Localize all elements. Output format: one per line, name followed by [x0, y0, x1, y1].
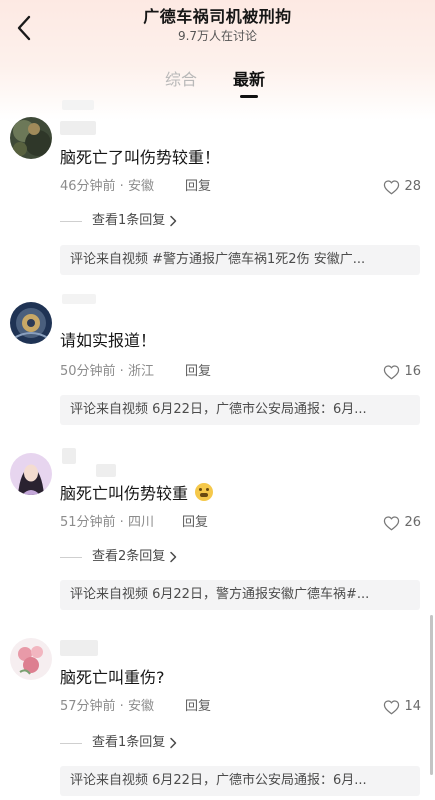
- sort-tabs: 综合 最新: [0, 68, 435, 98]
- comment-time-location: 51分钟前 · 四川: [60, 515, 154, 530]
- reply-button[interactable]: 回复: [185, 178, 211, 196]
- heart-outline-icon: [384, 180, 400, 195]
- like-count: 14: [404, 699, 421, 714]
- comment-time-location: 57分钟前 · 安徽: [60, 699, 154, 714]
- source-video-link[interactable]: 评论来自视频 6月22日，广德市公安局通报：6月...: [60, 766, 420, 796]
- view-replies-button[interactable]: 查看1条回复: [60, 212, 177, 230]
- source-video-text: 评论来自视频 6月22日，广德市公安局通报：6月...: [70, 402, 367, 417]
- reply-button[interactable]: 回复: [182, 514, 208, 532]
- like-count: 26: [404, 515, 421, 530]
- divider-line: [60, 742, 82, 744]
- divider-line: [60, 220, 82, 222]
- heart-outline-icon: [384, 700, 400, 715]
- reply-button[interactable]: 回复: [185, 698, 211, 716]
- username-redacted: [62, 100, 94, 110]
- view-replies-label: 查看1条回复: [92, 213, 166, 228]
- view-replies-button[interactable]: 查看1条回复: [60, 734, 177, 752]
- chevron-left-icon: [17, 15, 31, 41]
- username-redacted: [60, 121, 96, 135]
- emoji-icon: [195, 483, 214, 501]
- comment-text-body: 脑死亡叫伤势较重: [60, 484, 189, 503]
- avatar[interactable]: [10, 117, 52, 159]
- source-video-text: 评论来自视频 6月22日，广德市公安局通报：6月...: [70, 773, 367, 788]
- avatar[interactable]: [10, 638, 52, 680]
- heart-outline-icon: [384, 365, 400, 380]
- chevron-right-icon: [170, 737, 177, 749]
- source-video-text: 评论来自视频 6月22日，警方通报安徽广德车祸#...: [70, 587, 370, 602]
- like-button[interactable]: 14: [383, 698, 421, 716]
- comment-text: 脑死亡了叫伤势较重！: [60, 148, 221, 167]
- divider-line: [60, 556, 82, 558]
- avatar[interactable]: [10, 453, 52, 495]
- view-replies-button[interactable]: 查看2条回复: [60, 548, 177, 566]
- username-redacted: [96, 464, 116, 477]
- chevron-right-icon: [170, 551, 177, 563]
- source-video-link[interactable]: 评论来自视频 6月22日，警方通报安徽广德车祸#...: [60, 580, 420, 610]
- reply-button[interactable]: 回复: [185, 363, 211, 381]
- heart-outline-icon: [384, 516, 400, 531]
- source-video-link[interactable]: 评论来自视频 #警方通报广德车祸1死2伤 安徽广...: [60, 245, 420, 275]
- comment-text: 脑死亡叫重伤?: [60, 668, 165, 687]
- comment-time-location: 50分钟前 · 浙江: [60, 364, 154, 379]
- topic-header: 广德车祸司机被刑拘 9.7万人在讨论: [60, 7, 375, 44]
- source-video-text: 评论来自视频 #警方通报广德车祸1死2伤 安徽广...: [70, 252, 366, 267]
- comment-time-location: 46分钟前 · 安徽: [60, 179, 154, 194]
- username-redacted: [62, 448, 76, 464]
- back-button[interactable]: [6, 8, 42, 48]
- like-button[interactable]: 28: [383, 178, 421, 196]
- avatar[interactable]: [10, 302, 52, 344]
- top-bar: 广德车祸司机被刑拘 9.7万人在讨论: [0, 0, 435, 60]
- like-count: 28: [404, 179, 421, 194]
- source-video-link[interactable]: 评论来自视频 6月22日，广德市公安局通报：6月...: [60, 395, 420, 425]
- username-redacted: [62, 294, 96, 304]
- username-redacted: [60, 640, 98, 656]
- like-button[interactable]: 16: [383, 363, 421, 381]
- scrollbar[interactable]: [430, 615, 433, 775]
- view-replies-label: 查看1条回复: [92, 735, 166, 750]
- comment-item: 脑死亡叫重伤? 57分钟前 · 安徽 回复 14 查看1条回复 评论来自视频 6…: [0, 635, 435, 800]
- comment-item: 脑死亡了叫伤势较重！ 46分钟前 · 安徽 回复 28 查看1条回复 评论来自视…: [0, 100, 435, 282]
- tab-comprehensive[interactable]: 综合: [165, 68, 197, 92]
- chevron-right-icon: [170, 215, 177, 227]
- comment-text: 请如实报道！: [60, 331, 157, 350]
- comment-item: 请如实报道！ 50分钟前 · 浙江 回复 16 评论来自视频 6月22日，广德市…: [0, 294, 435, 430]
- view-replies-label: 查看2条回复: [92, 549, 166, 564]
- active-tab-indicator: [240, 95, 258, 98]
- tab-latest[interactable]: 最新: [233, 68, 265, 92]
- like-button[interactable]: 26: [383, 514, 421, 532]
- discussion-count: 9.7万人在讨论: [177, 29, 258, 43]
- comment-item: 脑死亡叫伤势较重 51分钟前 · 四川 回复 26 查看2条回复 评论来自视频 …: [0, 448, 435, 615]
- like-count: 16: [404, 364, 421, 379]
- comment-text: 脑死亡叫伤势较重: [60, 483, 214, 505]
- page-title: 广德车祸司机被刑拘: [143, 7, 292, 26]
